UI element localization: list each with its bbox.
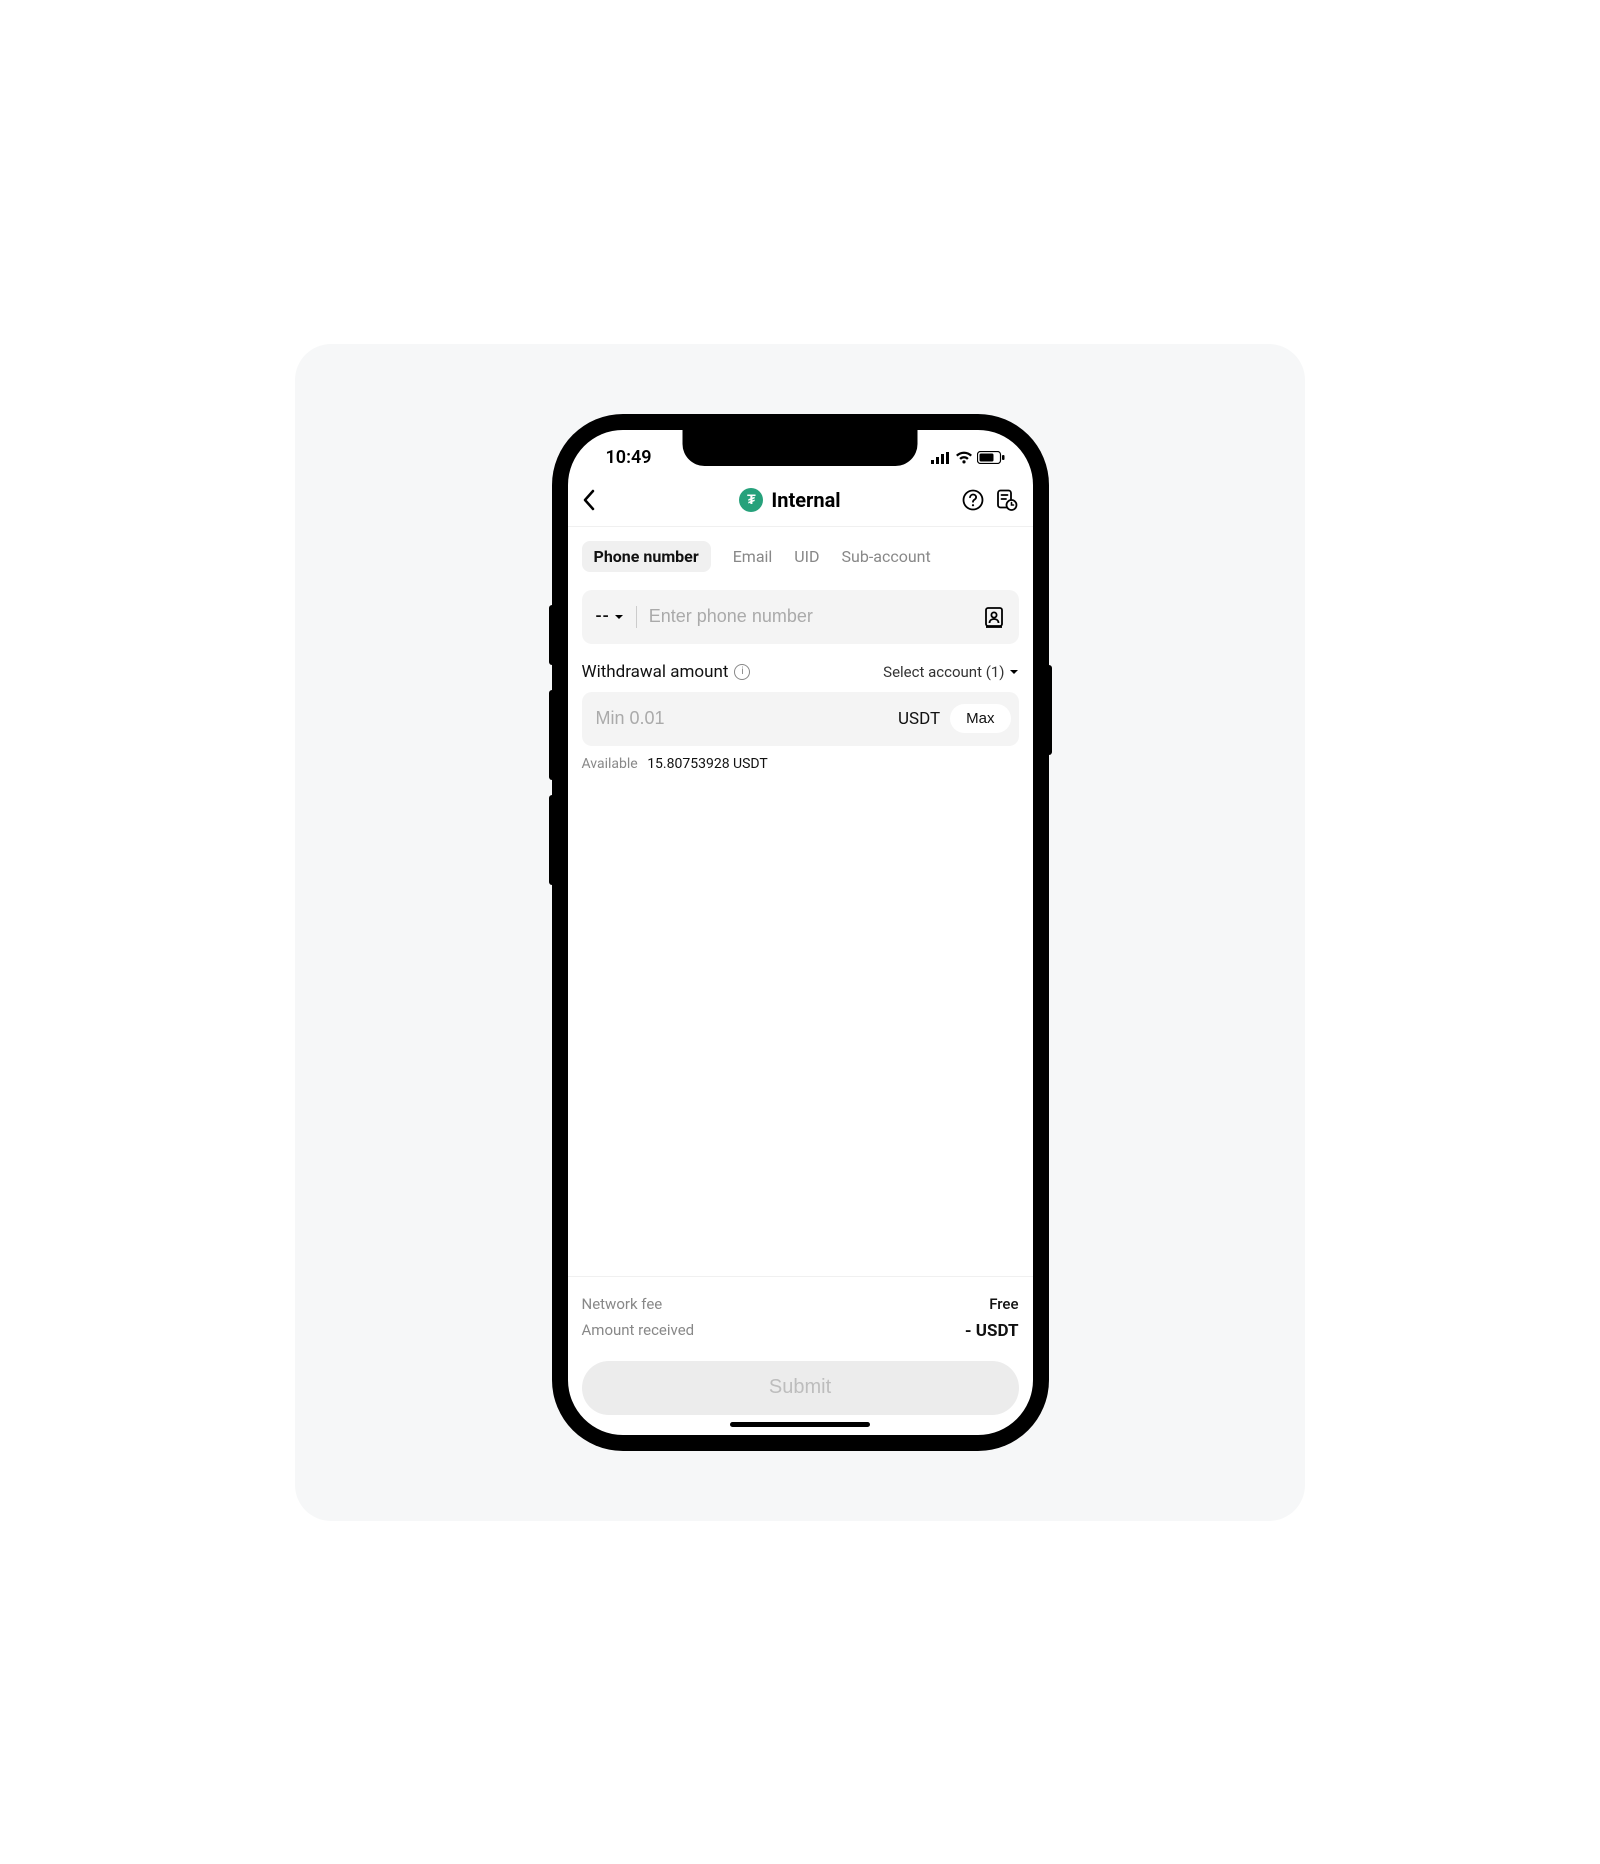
nav-bar: ₮ Internal [568,476,1033,527]
status-time: 10:49 [606,447,652,468]
currency-label: USDT [898,709,940,729]
select-account-label: Select account (1) [883,663,1004,681]
max-button[interactable]: Max [950,704,1010,733]
network-fee-label: Network fee [582,1295,663,1313]
tab-sub-account[interactable]: Sub-account [842,547,931,566]
cellular-icon [931,452,951,464]
input-divider [636,606,637,628]
amount-input-row: USDT Max [582,692,1019,746]
back-icon[interactable] [582,489,596,511]
amount-input[interactable] [596,708,888,729]
tab-uid[interactable]: UID [794,547,819,566]
available-label: Available [582,756,638,772]
network-fee-row: Network fee Free [582,1295,1019,1313]
available-balance: Available 15.80753928 USDT [582,756,1019,772]
phone-input-row: -- [582,590,1019,644]
screen: 10:49 [568,430,1033,1435]
amount-received-row: Amount received - USDT [582,1321,1019,1341]
footer: Network fee Free Amount received - USDT … [568,1276,1033,1435]
tab-phone-number[interactable]: Phone number [582,541,711,572]
amount-received-value: - USDT [965,1321,1019,1341]
network-fee-value: Free [989,1295,1018,1313]
nav-title-group: ₮ Internal [739,488,840,512]
help-icon[interactable] [962,489,984,511]
country-code-picker[interactable]: -- [596,606,624,627]
page-title: Internal [771,488,840,512]
tether-icon: ₮ [739,488,763,512]
contacts-icon[interactable] [983,606,1005,628]
amount-section-header: Withdrawal amount i Select account (1) [582,662,1019,682]
info-icon[interactable]: i [734,664,750,680]
phone-frame: 10:49 [553,415,1048,1450]
withdrawal-amount-label: Withdrawal amount i [582,662,751,682]
available-value: 15.80753928 USDT [647,756,768,772]
country-code-value: -- [596,606,610,627]
notch [683,430,918,466]
wifi-icon [955,451,973,464]
tab-email[interactable]: Email [733,547,773,566]
recipient-type-tabs: Phone number Email UID Sub-account [568,527,1033,582]
phone-number-input[interactable] [649,606,975,627]
device-mock-card: 10:49 [295,344,1305,1521]
status-right [931,451,1005,464]
select-account-button[interactable]: Select account (1) [883,663,1018,681]
chevron-down-icon [1009,669,1019,675]
amount-received-label: Amount received [582,1321,695,1341]
submit-button[interactable]: Submit [582,1361,1019,1415]
home-indicator [730,1422,870,1427]
history-icon[interactable] [996,489,1018,511]
battery-icon [977,451,1005,464]
chevron-down-icon [614,614,624,620]
